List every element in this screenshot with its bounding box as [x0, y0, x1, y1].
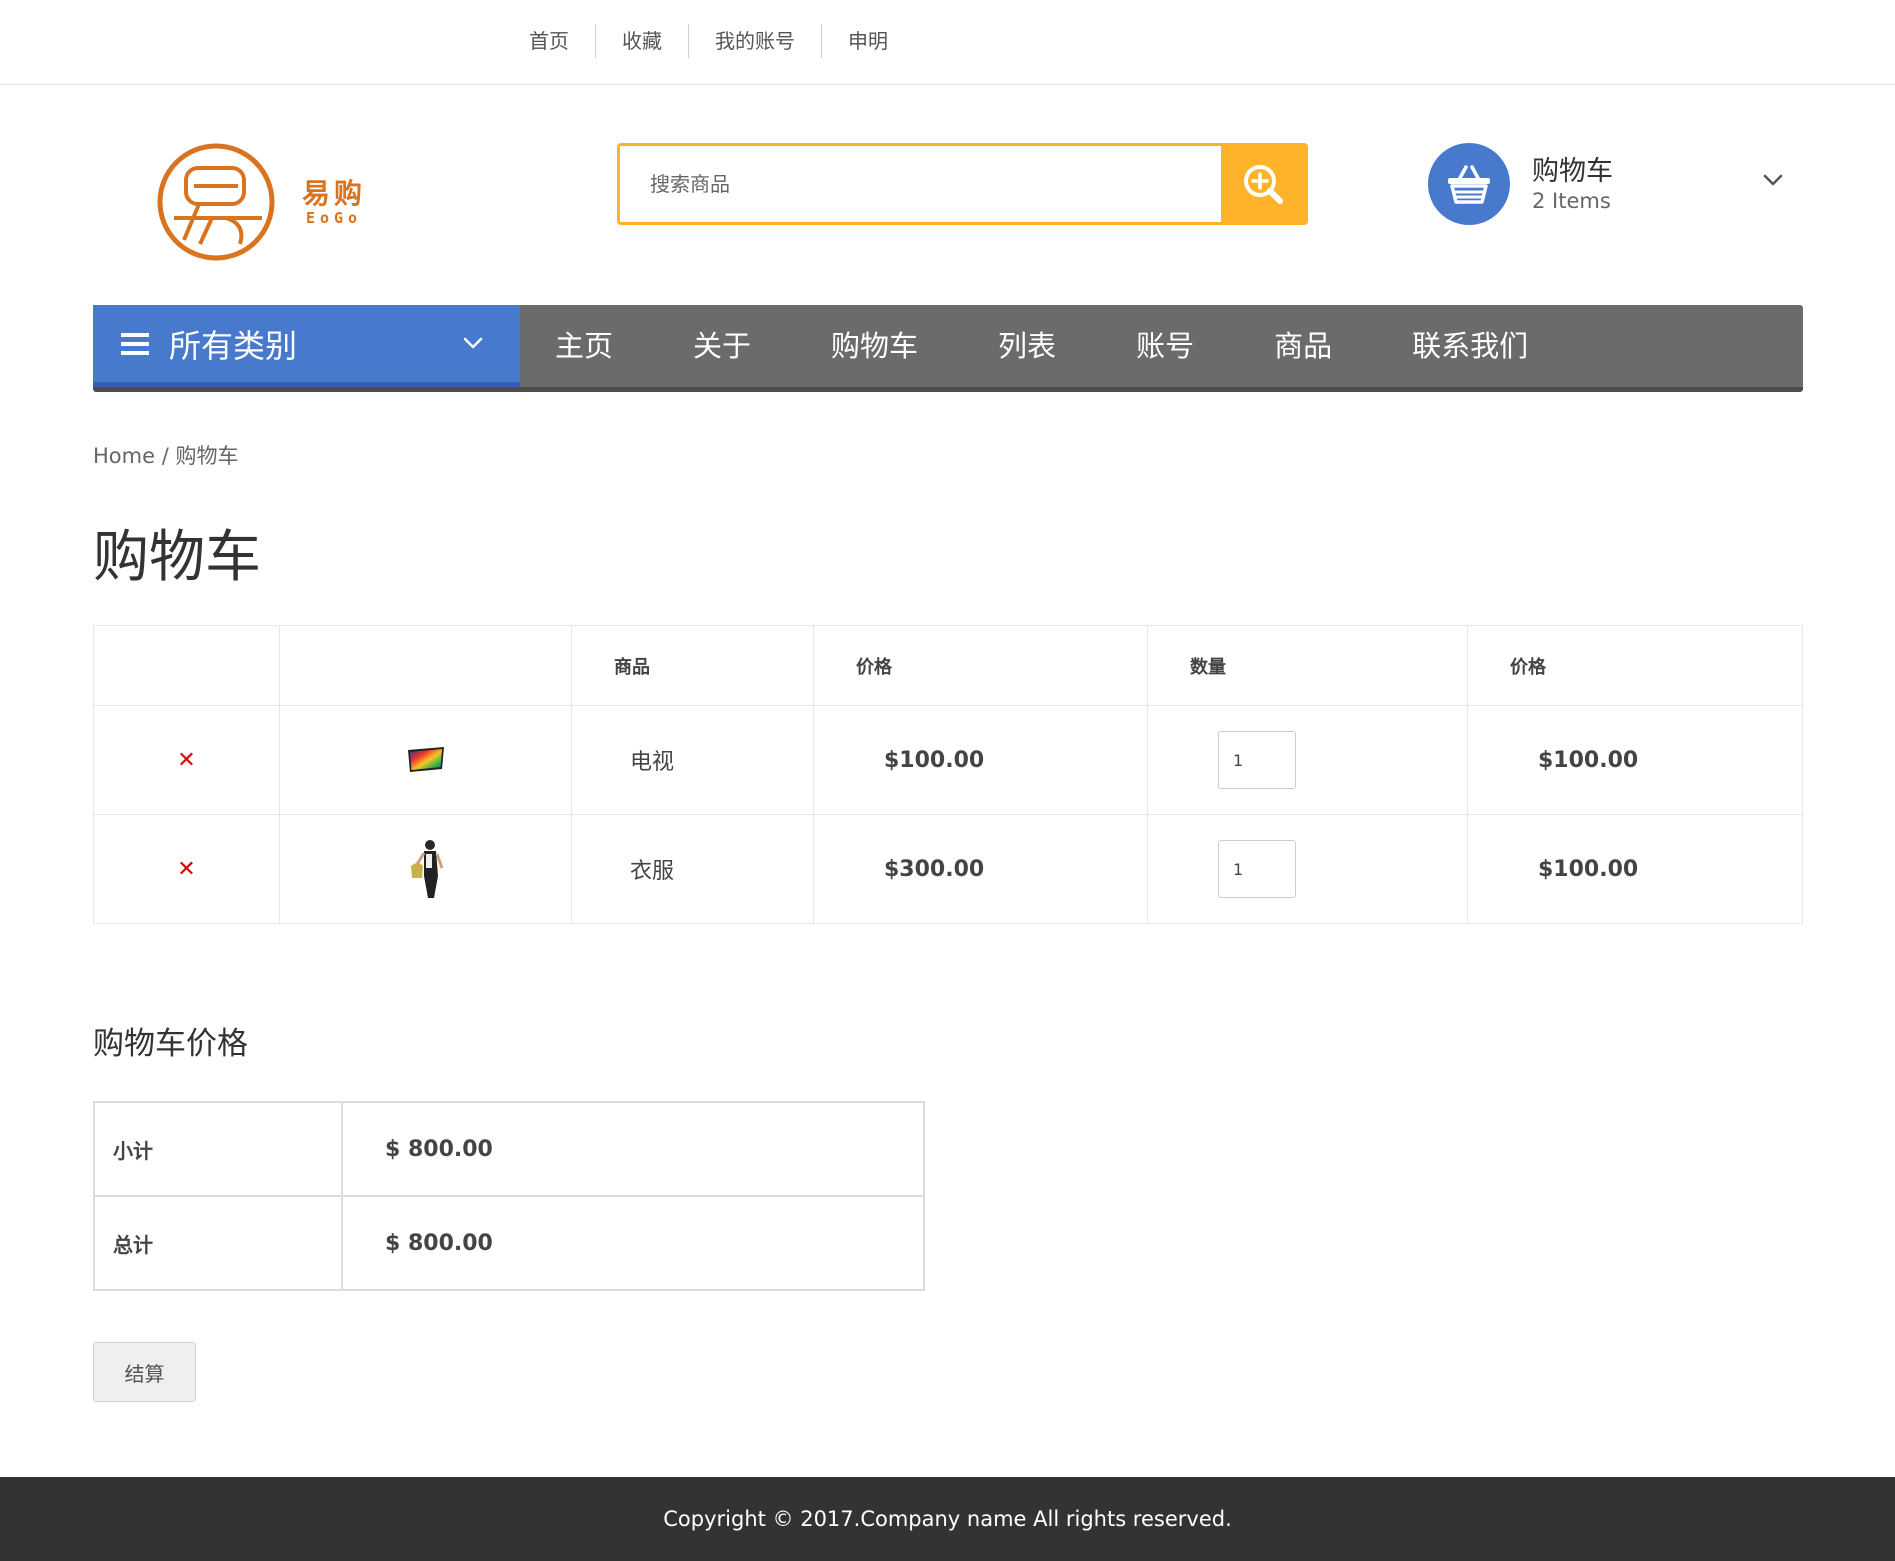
search-plus-icon: [1244, 165, 1283, 204]
cart-widget-title: 购物车: [1532, 156, 1613, 187]
logo-wordmark: 易购 EoGo: [302, 177, 367, 227]
remove-icon[interactable]: ✕: [177, 857, 195, 882]
header-product: 商品: [571, 625, 814, 706]
thumbnail-cell: [279, 705, 572, 815]
breadcrumb-separator: /: [161, 444, 169, 468]
subtotal-row: 小计 $ 800.00: [93, 1101, 925, 1197]
nav-item-account[interactable]: 账号: [1096, 305, 1234, 387]
top-link-favorites[interactable]: 收藏: [595, 24, 688, 58]
checkout-button[interactable]: 结算: [93, 1342, 196, 1402]
top-links: 首页 收藏 我的账号 申明: [503, 24, 914, 58]
logo-seal-icon: [157, 143, 275, 261]
product-name[interactable]: 电视: [571, 705, 814, 815]
quantity-input[interactable]: [1218, 731, 1296, 789]
all-categories-button[interactable]: 所有类别: [93, 305, 520, 387]
top-link-statement[interactable]: 申明: [821, 24, 914, 58]
quantity-cell: [1147, 705, 1468, 815]
total-value: $ 800.00: [341, 1195, 925, 1291]
header-total: 价格: [1467, 625, 1803, 706]
quantity-cell: [1147, 814, 1468, 924]
thumbnail-cell: [279, 814, 572, 924]
product-name[interactable]: 衣服: [571, 814, 814, 924]
cart-totals-title: 购物车价格: [93, 1026, 248, 1062]
all-categories-label: 所有类别: [169, 326, 298, 365]
cart-widget-count: 2 Items: [1532, 189, 1611, 213]
search-input[interactable]: [620, 146, 1221, 222]
search-bar: [617, 143, 1308, 225]
hamburger-icon: [121, 332, 149, 355]
search-button[interactable]: [1221, 146, 1305, 222]
clothing-thumbnail[interactable]: [406, 838, 446, 900]
table-row: ✕ 电视 $100.00 1 $100.00: [93, 705, 1803, 815]
nav-item-products[interactable]: 商品: [1234, 305, 1372, 387]
chevron-down-icon: [463, 337, 483, 349]
chevron-down-icon[interactable]: [1758, 165, 1788, 195]
page-title: 购物车: [93, 525, 261, 590]
logo-en: EoGo: [305, 209, 363, 227]
top-link-my-account[interactable]: 我的账号: [688, 24, 821, 58]
cart-circle: [1428, 143, 1510, 225]
product-price: $300.00: [813, 814, 1148, 924]
table-row: ✕ 衣服 $300.00 $100.00: [93, 814, 1803, 924]
product-total: $100.00: [1467, 705, 1803, 815]
total-row: 总计 $ 800.00: [93, 1195, 925, 1291]
subtotal-value: $ 800.00: [341, 1101, 925, 1197]
tv-thumbnail[interactable]: [406, 745, 446, 775]
header-image: [279, 625, 572, 706]
remove-cell: ✕: [93, 814, 280, 924]
nav-item-home[interactable]: 主页: [537, 305, 653, 387]
basket-icon: [1448, 165, 1490, 204]
site-logo[interactable]: 易购 EoGo: [154, 140, 384, 265]
breadcrumb: Home / 购物车: [93, 440, 238, 470]
cart-totals-table: 小计 $ 800.00 总计 $ 800.00: [93, 1101, 925, 1291]
breadcrumb-current: 购物车: [175, 444, 239, 468]
top-link-home[interactable]: 首页: [503, 24, 595, 58]
main-navigation: 所有类别 主页 关于 购物车 列表 账号 商品 联系我们: [93, 305, 1803, 392]
top-utility-bar: 首页 收藏 我的账号 申明: [0, 0, 1895, 85]
breadcrumb-home[interactable]: Home: [93, 444, 155, 468]
nav-item-list[interactable]: 列表: [958, 305, 1096, 387]
total-label: 总计: [93, 1195, 343, 1291]
nav-item-cart[interactable]: 购物车: [791, 305, 958, 387]
nav-items: 主页 关于 购物车 列表 账号 商品 联系我们: [520, 305, 1568, 387]
subtotal-label: 小计: [93, 1101, 343, 1197]
footer: Copyright © 2017.Company name All rights…: [0, 1477, 1895, 1561]
nav-item-about[interactable]: 关于: [653, 305, 791, 387]
cart-table: 商品 价格 数量 价格 ✕ 电视 $100.00 1 $100.00 ✕ 衣服 …: [93, 625, 1803, 924]
logo-cn: 易购: [302, 177, 367, 210]
header-remove: [93, 625, 280, 706]
header-price: 价格: [813, 625, 1148, 706]
nav-item-contact[interactable]: 联系我们: [1372, 305, 1568, 387]
header-quantity: 数量: [1147, 625, 1468, 706]
product-price: $100.00: [813, 705, 1148, 815]
footer-copyright: Copyright © 2017.Company name All rights…: [663, 1507, 1232, 1531]
remove-icon[interactable]: ✕: [177, 748, 195, 773]
header-cart-widget[interactable]: 购物车 2 Items: [1428, 143, 1788, 225]
remove-cell: ✕: [93, 705, 280, 815]
cart-table-header: 商品 价格 数量 价格: [93, 625, 1803, 706]
quantity-input[interactable]: [1218, 840, 1296, 898]
product-total: $100.00: [1467, 814, 1803, 924]
